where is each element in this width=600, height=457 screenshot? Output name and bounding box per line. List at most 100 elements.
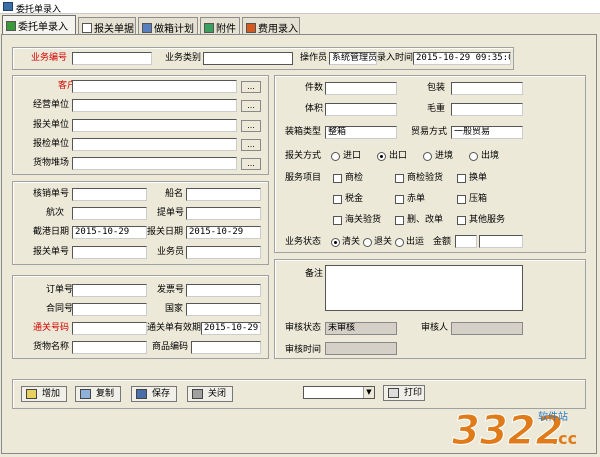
amount-input[interactable] bbox=[479, 235, 523, 248]
trade-mode-input[interactable]: 一般贸易 bbox=[451, 126, 523, 139]
service-label: 压箱 bbox=[469, 194, 488, 204]
clearance-valid-input[interactable]: 2015-10-29 bbox=[201, 322, 261, 335]
service-checkbox-exchange[interactable] bbox=[457, 174, 466, 183]
business-type-select[interactable] bbox=[203, 52, 293, 65]
watermark-suffix: .cc bbox=[552, 429, 577, 448]
tab-order-entry[interactable]: 委托单录入 bbox=[2, 15, 76, 35]
remark-label: 备注 bbox=[305, 269, 324, 279]
declare-unit-label: 报关单位 bbox=[33, 120, 70, 130]
service-label: 赤单 bbox=[407, 194, 426, 204]
service-checkbox-customs-check[interactable] bbox=[333, 216, 342, 225]
copy-icon bbox=[80, 389, 91, 399]
declare-no-label: 报关单号 bbox=[33, 247, 70, 257]
print-template-select[interactable]: ▼ bbox=[303, 386, 375, 399]
print-button[interactable]: 打印 bbox=[383, 385, 425, 401]
printer-icon bbox=[388, 388, 399, 398]
entry-time-label: 录入时间 bbox=[377, 53, 414, 63]
operator-unit-browse-button[interactable]: ... bbox=[241, 100, 261, 112]
invoice-no-input[interactable] bbox=[186, 284, 261, 297]
save-button[interactable]: 保存 bbox=[131, 386, 177, 402]
country-input[interactable] bbox=[186, 303, 261, 316]
operator-unit-input[interactable] bbox=[72, 99, 237, 112]
gross-weight-input[interactable] bbox=[451, 103, 523, 116]
service-label: 换单 bbox=[469, 173, 488, 183]
clearance-no-input[interactable] bbox=[72, 322, 147, 335]
service-checkbox-inspection-goods[interactable] bbox=[395, 174, 404, 183]
currency-input[interactable] bbox=[455, 235, 477, 248]
radio-exit[interactable] bbox=[469, 152, 478, 161]
cargo-yard-input[interactable] bbox=[72, 157, 237, 170]
verification-no-input[interactable] bbox=[72, 188, 147, 201]
packing-input[interactable] bbox=[451, 82, 523, 95]
services-label: 服务项目 bbox=[285, 173, 322, 183]
cargo-yard-browse-button[interactable]: ... bbox=[241, 158, 261, 170]
port-date-input[interactable]: 2015-10-29 bbox=[72, 226, 147, 239]
gross-weight-label: 毛重 bbox=[427, 104, 446, 114]
radio-export[interactable] bbox=[377, 152, 386, 161]
radio-status-shipped[interactable] bbox=[395, 238, 404, 247]
reviewer-label: 审核人 bbox=[421, 323, 449, 333]
print-label: 打印 bbox=[404, 388, 423, 398]
service-checkbox-modify[interactable] bbox=[395, 216, 404, 225]
tab-box-plan[interactable]: 做箱计划 bbox=[138, 17, 198, 35]
service-checkbox-other[interactable] bbox=[457, 216, 466, 225]
radio-status-label: 退关 bbox=[374, 237, 393, 247]
add-icon bbox=[26, 389, 37, 399]
entry-time-input[interactable]: 2015-10-29 09:35:04 bbox=[413, 52, 511, 65]
declare-no-input[interactable] bbox=[72, 246, 147, 259]
check-icon bbox=[6, 21, 16, 31]
clearance-valid-label: 通关单有效期 bbox=[147, 323, 202, 333]
window-icon bbox=[3, 2, 13, 11]
contract-no-input[interactable] bbox=[72, 303, 147, 316]
tab-attachments[interactable]: 附件 bbox=[200, 17, 240, 35]
parties-frame: 客户 ... 经营单位 ... 报关单位 ... 报检单位 ... 货物堆场 .… bbox=[12, 75, 269, 175]
header-frame: 业务编号 业务类别 操作员 系统管理员 录入时间 2015-10-29 09:3… bbox=[12, 47, 514, 70]
service-label: 海关验货 bbox=[345, 215, 382, 225]
fee-icon bbox=[246, 23, 256, 33]
bill-no-input[interactable] bbox=[186, 207, 261, 220]
operator-input[interactable]: 系统管理员 bbox=[329, 52, 377, 65]
business-type-label: 业务类别 bbox=[165, 53, 202, 63]
tab-fee-entry[interactable]: 费用录入 bbox=[242, 17, 300, 35]
radio-status-returned[interactable] bbox=[363, 238, 372, 247]
customer-input[interactable] bbox=[72, 80, 237, 93]
tab-customs-docs[interactable]: 报关单据 bbox=[78, 17, 136, 35]
pieces-input[interactable] bbox=[325, 82, 397, 95]
box-type-input[interactable]: 整箱 bbox=[325, 126, 397, 139]
chevron-down-icon: ▼ bbox=[363, 387, 374, 398]
service-label: 税金 bbox=[345, 194, 364, 204]
service-checkbox-inspection[interactable] bbox=[333, 174, 342, 183]
declare-date-input[interactable]: 2015-10-29 bbox=[186, 226, 261, 239]
packing-label: 包装 bbox=[427, 83, 446, 93]
ship-name-input[interactable] bbox=[186, 188, 261, 201]
declare-unit-browse-button[interactable]: ... bbox=[241, 120, 261, 132]
cargo-frame: 件数 包装 体积 毛重 装箱类型 整箱 贸易方式 一般贸易 报关方式 进口 出口… bbox=[274, 75, 586, 253]
service-checkbox-red-bill[interactable] bbox=[395, 195, 404, 204]
salesman-input[interactable] bbox=[186, 246, 261, 259]
radio-import[interactable] bbox=[331, 152, 340, 161]
volume-input[interactable] bbox=[325, 103, 397, 116]
copy-label: 复制 bbox=[96, 389, 115, 399]
order-no-input[interactable] bbox=[72, 284, 147, 297]
close-button[interactable]: 关闭 bbox=[187, 386, 233, 402]
main-window: 委托单录入 委托单录入 报关单据 做箱计划 附件 费用录入 业务编号 业务类别 … bbox=[0, 0, 600, 457]
business-no-input[interactable] bbox=[72, 52, 152, 65]
ship-name-label: 船名 bbox=[165, 189, 184, 199]
goods-code-input[interactable] bbox=[191, 341, 261, 354]
add-button[interactable]: 增加 bbox=[21, 386, 67, 402]
radio-entry[interactable] bbox=[423, 152, 432, 161]
copy-button[interactable]: 复制 bbox=[75, 386, 121, 402]
voyage-label: 航次 bbox=[46, 208, 65, 218]
service-checkbox-tax[interactable] bbox=[333, 195, 342, 204]
inspect-unit-input[interactable] bbox=[72, 138, 237, 151]
customer-browse-button[interactable]: ... bbox=[241, 81, 261, 93]
voyage-input[interactable] bbox=[72, 207, 147, 220]
declare-unit-input[interactable] bbox=[72, 119, 237, 132]
radio-status-cleared[interactable] bbox=[331, 238, 340, 247]
remark-textarea[interactable] bbox=[325, 265, 523, 311]
service-label: 删、改单 bbox=[407, 215, 444, 225]
service-checkbox-press-box[interactable] bbox=[457, 195, 466, 204]
radio-entry-label: 进境 bbox=[435, 151, 454, 161]
goods-name-input[interactable] bbox=[72, 341, 147, 354]
inspect-unit-browse-button[interactable]: ... bbox=[241, 139, 261, 151]
